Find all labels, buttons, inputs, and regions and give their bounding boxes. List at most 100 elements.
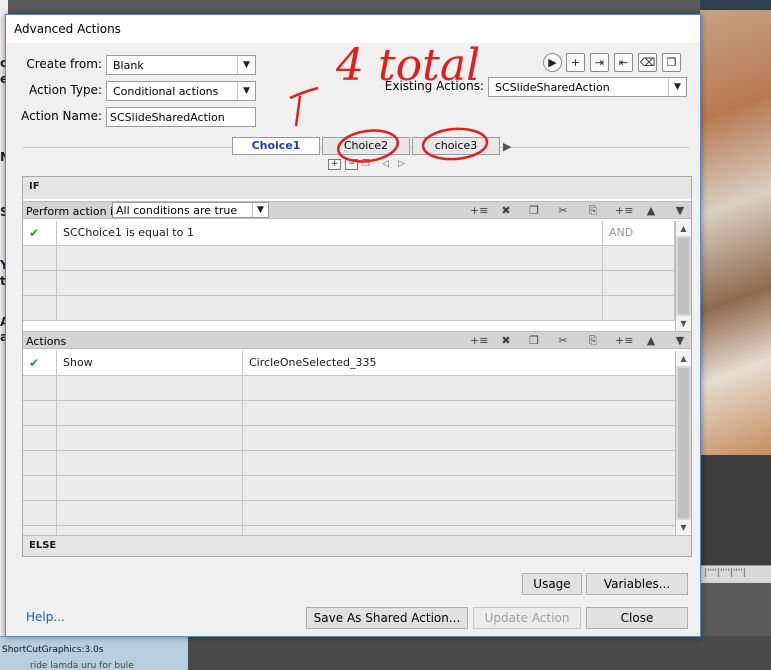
action-command-cell[interactable]	[57, 451, 243, 475]
action-command-cell[interactable]	[57, 426, 243, 450]
condition-join-cell[interactable]: AND	[603, 221, 675, 245]
move-choice-left-icon[interactable]: ◁	[382, 159, 389, 169]
condition-expression-cell[interactable]	[57, 296, 603, 320]
row-check-cell[interactable]	[23, 501, 57, 525]
table-row[interactable]: ✔ Show CircleOneSelected_335	[23, 351, 675, 376]
table-row[interactable]	[23, 426, 675, 451]
condition-mode-dropdown[interactable]: All conditions are true ▼	[112, 202, 269, 218]
paste-condition-icon[interactable]: ⎘	[585, 203, 601, 218]
action-name-field[interactable]	[106, 107, 256, 127]
add-choice-icon[interactable]: +	[328, 159, 341, 170]
insert-action-icon[interactable]: +≡	[470, 333, 488, 348]
action-command-cell[interactable]	[57, 376, 243, 400]
table-row[interactable]	[23, 246, 675, 271]
table-row[interactable]	[23, 296, 675, 321]
row-check-cell[interactable]	[23, 451, 57, 475]
tab-choice1[interactable]: Choice1	[232, 137, 320, 155]
action-target-cell[interactable]	[243, 401, 675, 425]
action-command-cell[interactable]	[57, 476, 243, 500]
condition-join-cell[interactable]	[603, 296, 675, 320]
table-row[interactable]	[23, 501, 675, 526]
scroll-down-icon[interactable]: ▼	[676, 316, 691, 331]
table-row[interactable]: ✔ SCChoice1 is equal to 1 AND	[23, 221, 675, 246]
scroll-up-icon[interactable]: ▲	[676, 221, 691, 236]
row-check-cell[interactable]	[23, 271, 57, 295]
insert-below-condition-icon[interactable]: +≡	[615, 203, 633, 218]
action-command-cell[interactable]	[57, 401, 243, 425]
condition-join-cell[interactable]	[603, 246, 675, 270]
condition-expression-cell[interactable]: SCChoice1 is equal to 1	[57, 221, 603, 245]
close-button[interactable]: Close	[586, 607, 688, 629]
move-choice-right-icon[interactable]: ▷	[398, 159, 405, 169]
copy-choice-icon[interactable]: ❐	[362, 159, 370, 169]
delete-action-row-icon[interactable]: ✖	[498, 333, 514, 348]
insert-condition-icon[interactable]: +≡	[470, 203, 488, 218]
scroll-thumb[interactable]	[678, 368, 689, 518]
remove-choice-icon[interactable]: −	[345, 159, 358, 170]
actions-bar: Actions +≡ ✖ ❐ ✂ ⎘ +≡ ▲ ▼	[23, 331, 691, 349]
row-check-cell[interactable]	[23, 376, 57, 400]
tab-choice3[interactable]: choice3	[412, 137, 500, 155]
action-name-input[interactable]	[107, 108, 255, 126]
move-up-icon[interactable]: ▲	[643, 203, 659, 218]
conditions-scrollbar[interactable]: ▲ ▼	[675, 221, 691, 331]
actions-label: Actions	[26, 335, 67, 348]
actions-scrollbar[interactable]: ▲ ▼	[675, 351, 691, 535]
row-check-cell[interactable]	[23, 296, 57, 320]
update-action-button[interactable]: Update Action	[473, 607, 581, 629]
copy-action-icon[interactable]: ❐	[526, 333, 542, 348]
scroll-down-icon[interactable]: ▼	[676, 520, 691, 535]
row-check-cell[interactable]: ✔	[23, 221, 57, 245]
table-row[interactable]	[23, 401, 675, 426]
import-icon[interactable]: ⇥	[590, 53, 609, 72]
row-check-cell[interactable]: ✔	[23, 351, 57, 375]
tab-choice2[interactable]: Choice2	[322, 137, 410, 155]
export-icon[interactable]: ⇤	[614, 53, 633, 72]
condition-expression-cell[interactable]	[57, 271, 603, 295]
row-check-cell[interactable]	[23, 246, 57, 270]
table-row[interactable]	[23, 451, 675, 476]
row-check-cell[interactable]	[23, 426, 57, 450]
help-link[interactable]: Help...	[26, 610, 65, 624]
action-target-cell[interactable]	[243, 476, 675, 500]
action-target-cell[interactable]	[243, 451, 675, 475]
variables-button[interactable]: Variables...	[586, 573, 688, 595]
paste-action-icon[interactable]: ⎘	[585, 333, 601, 348]
insert-below-action-icon[interactable]: +≡	[615, 333, 633, 348]
tab-scroll-right-icon[interactable]: ▶	[503, 140, 511, 153]
save-as-shared-action-button[interactable]: Save As Shared Action...	[306, 607, 468, 629]
add-action-icon[interactable]: +	[566, 53, 585, 72]
delete-action-icon[interactable]: ⌫	[638, 53, 657, 72]
table-row[interactable]	[23, 376, 675, 401]
dialog-titlebar[interactable]: Advanced Actions	[6, 15, 700, 43]
action-command-cell[interactable]	[57, 501, 243, 525]
action-target-cell[interactable]: CircleOneSelected_335	[243, 351, 675, 375]
move-down-icon[interactable]: ▼	[672, 203, 688, 218]
cut-condition-icon[interactable]: ✂	[555, 203, 571, 218]
delete-condition-icon[interactable]: ✖	[498, 203, 514, 218]
row-check-cell[interactable]	[23, 401, 57, 425]
move-down-icon[interactable]: ▼	[672, 333, 688, 348]
condition-mode-value: All conditions are true	[116, 204, 238, 217]
move-up-icon[interactable]: ▲	[643, 333, 659, 348]
cut-action-icon[interactable]: ✂	[555, 333, 571, 348]
table-row[interactable]	[23, 271, 675, 296]
action-command-cell[interactable]: Show	[57, 351, 243, 375]
row-check-cell[interactable]	[23, 476, 57, 500]
usage-button[interactable]: Usage	[522, 573, 582, 595]
copy-condition-icon[interactable]: ❐	[526, 203, 542, 218]
action-target-cell[interactable]	[243, 501, 675, 525]
condition-join-cell[interactable]	[603, 271, 675, 295]
else-section-header[interactable]: ELSE	[23, 535, 691, 556]
existing-actions-dropdown[interactable]: SCSlideSharedAction ▼	[488, 77, 687, 97]
create-from-dropdown[interactable]: Blank ▼	[106, 55, 256, 75]
preview-icon[interactable]: ▶	[543, 53, 562, 72]
condition-expression-cell[interactable]	[57, 246, 603, 270]
scroll-up-icon[interactable]: ▲	[676, 351, 691, 366]
scroll-thumb[interactable]	[678, 238, 689, 314]
action-target-cell[interactable]	[243, 426, 675, 450]
duplicate-action-icon[interactable]: ❐	[662, 53, 681, 72]
action-target-cell[interactable]	[243, 376, 675, 400]
action-type-dropdown[interactable]: Conditional actions ▼	[106, 81, 256, 101]
table-row[interactable]	[23, 476, 675, 501]
